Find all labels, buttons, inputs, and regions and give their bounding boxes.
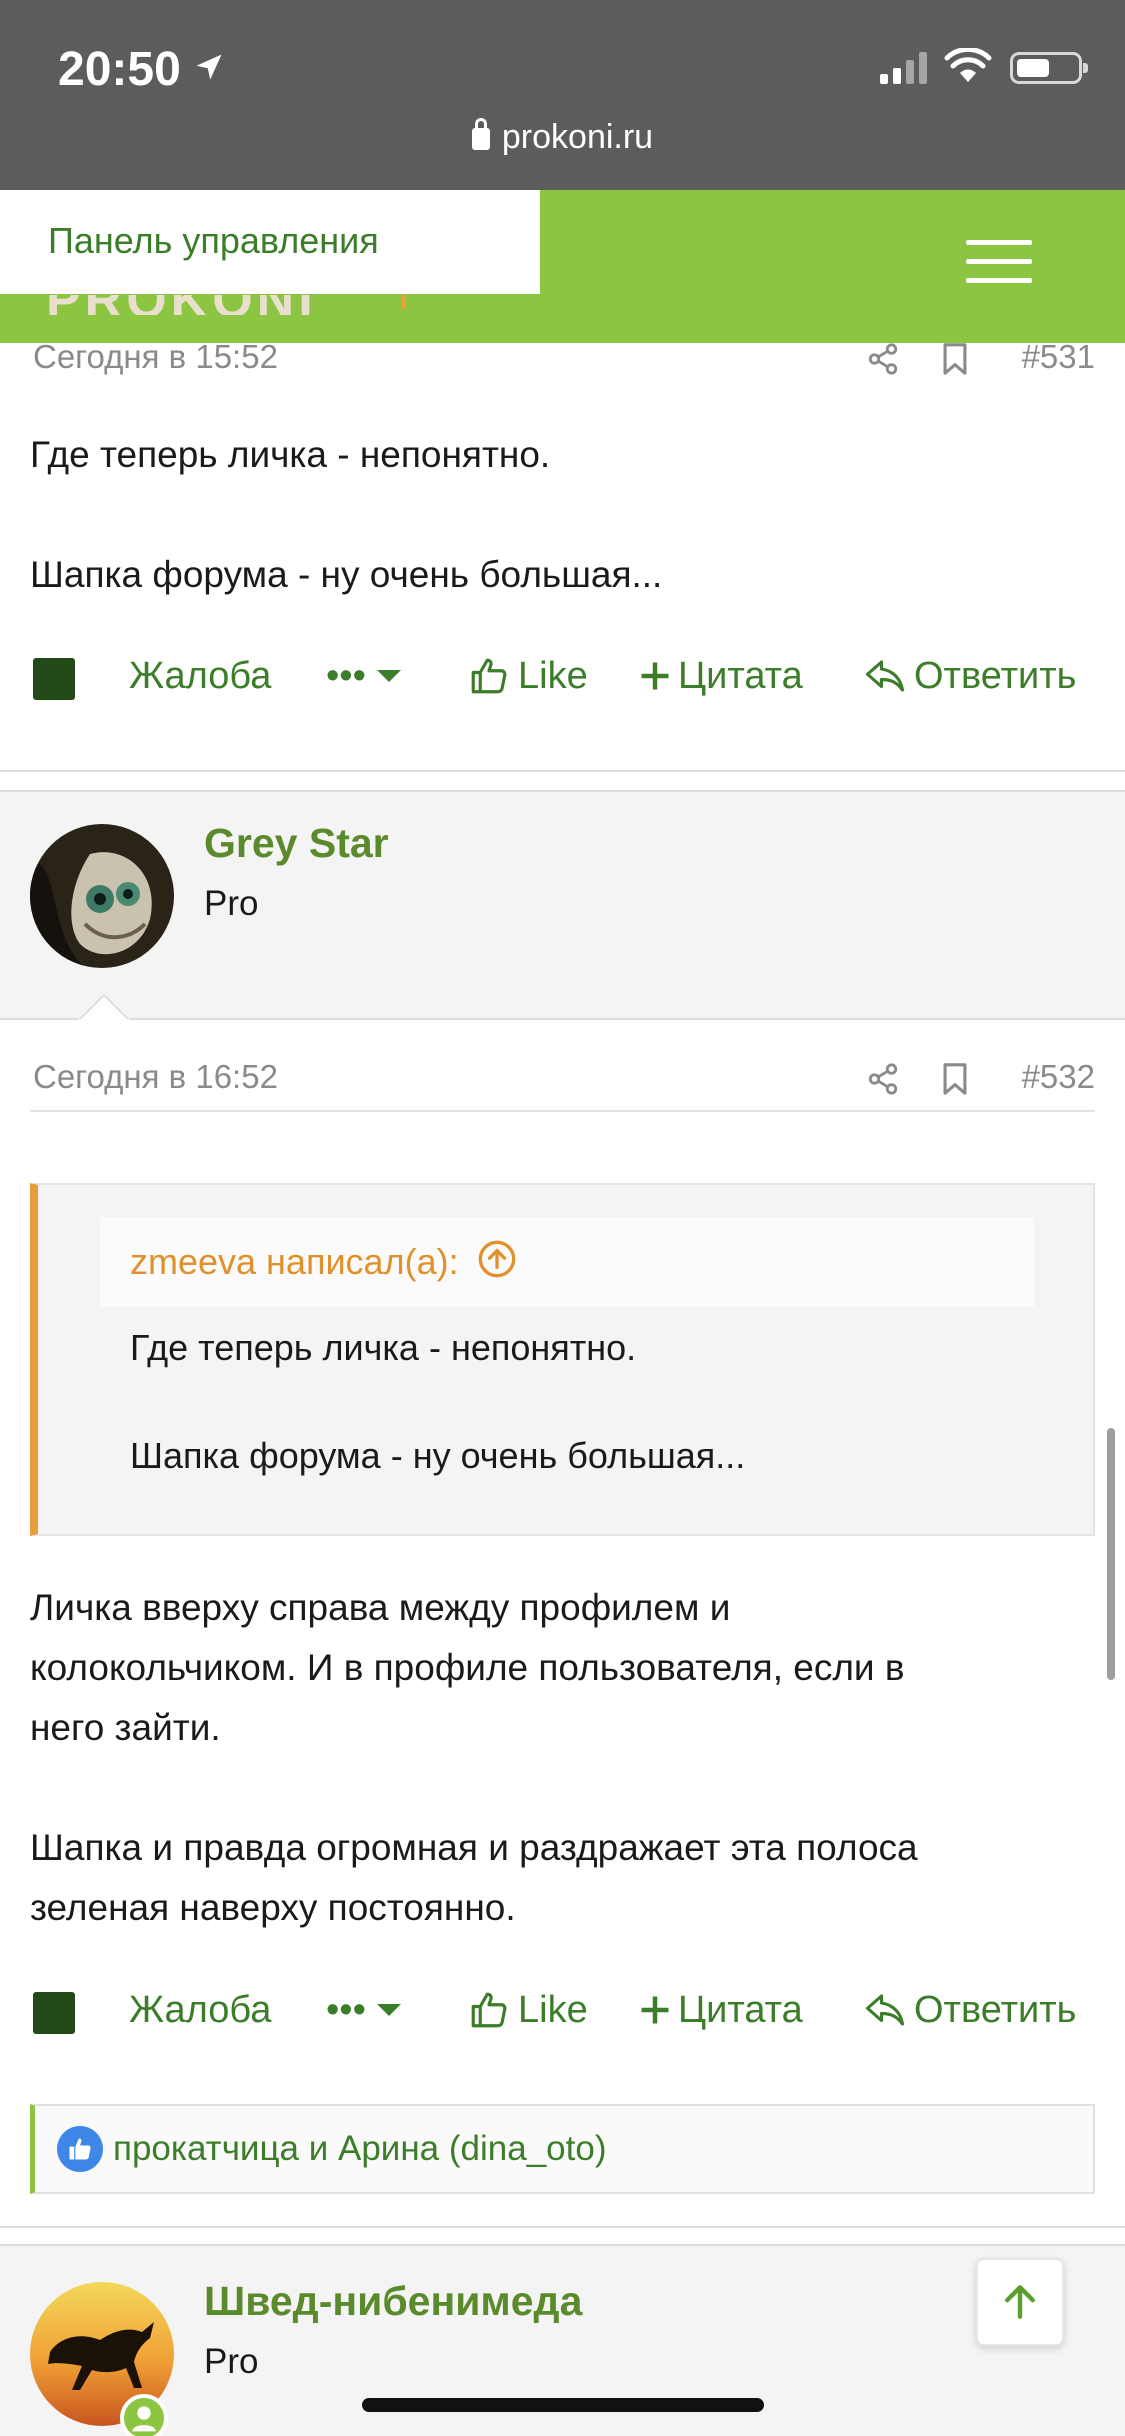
quote-block: zmeeva написал(а): Где теперь личка - не… <box>30 1183 1095 1536</box>
post-number[interactable]: #532 <box>1022 1058 1095 1096</box>
page-scrollbar[interactable] <box>1107 1428 1115 1680</box>
author-name[interactable]: Швед-нибенимеда <box>204 2278 582 2325</box>
reply-icon <box>865 1994 905 2026</box>
author-name[interactable]: Grey Star <box>204 820 389 867</box>
like-reaction-icon <box>57 2126 103 2172</box>
post-meta: Сегодня в 15:52 #531 <box>30 338 1095 388</box>
report-button[interactable]: Жалоба <box>129 646 271 706</box>
like-label: Like <box>518 1988 588 2031</box>
more-label: ••• <box>326 654 366 697</box>
post-actions: Жалоба ••• Like Цитата Ответить <box>30 1980 1100 2040</box>
post-text-line: него зайти. <box>30 1707 221 1748</box>
bookmark-icon[interactable] <box>940 1062 970 1096</box>
cellular-signal-icon <box>880 50 927 84</box>
plus-icon <box>641 662 669 690</box>
post-separator <box>0 2226 1125 2228</box>
status-time: 20:50 <box>58 43 181 96</box>
post-meta: Сегодня в 16:52 #532 <box>30 1058 1095 1108</box>
author-pointer <box>78 995 130 1021</box>
post-separator <box>0 770 1125 772</box>
quote-author: zmeeva написал(а): <box>130 1241 459 1282</box>
post-author-block: Grey Star Pro <box>0 790 1125 1020</box>
address-bar[interactable]: prokoni.ru <box>0 118 1125 157</box>
share-icon[interactable] <box>866 1062 900 1096</box>
select-checkbox[interactable] <box>33 1992 75 2034</box>
author-title: Pro <box>204 2342 259 2381</box>
online-status-icon <box>120 2394 168 2436</box>
reply-button[interactable]: Ответить <box>864 1980 1076 2040</box>
plus-icon <box>641 1996 669 2024</box>
quote-label: Цитата <box>678 654 803 697</box>
site-logo[interactable]: PROKONI <box>46 295 406 315</box>
post-actions: Жалоба ••• Like Цитата Ответить <box>30 646 1100 706</box>
home-indicator[interactable] <box>362 2398 764 2412</box>
menu-icon[interactable] <box>966 240 1032 286</box>
report-button[interactable]: Жалоба <box>129 1980 271 2040</box>
logo-text: PROKONI <box>46 295 317 315</box>
url-text: prokoni.ru <box>501 118 654 156</box>
quote-button[interactable]: Цитата <box>640 646 803 706</box>
avatar-image <box>30 824 174 968</box>
quote-label: Цитата <box>678 1988 803 2031</box>
author-title: Pro <box>204 884 259 923</box>
quote-header[interactable]: zmeeva написал(а): <box>100 1217 1034 1307</box>
battery-icon <box>1010 52 1088 84</box>
bookmark-icon[interactable] <box>940 342 970 376</box>
thumbs-up-icon <box>471 1992 507 2028</box>
quote-text-line: Где теперь личка - непонятно. <box>130 1327 637 1368</box>
post-text-line: зеленая наверху постоянно. <box>30 1887 516 1928</box>
more-label: ••• <box>326 1988 366 2031</box>
scroll-to-top-button[interactable] <box>976 2258 1064 2346</box>
avatar[interactable] <box>30 824 174 968</box>
reply-label: Ответить <box>914 1988 1077 2031</box>
arrow-up-icon <box>1004 2285 1036 2319</box>
share-icon[interactable] <box>866 342 900 376</box>
wifi-icon <box>944 48 992 82</box>
arrow-up-circle-icon[interactable] <box>477 1239 517 1279</box>
quote-text-line: Шапка форума - ну очень большая... <box>130 1435 746 1476</box>
status-bar: 20:50 prokoni.ru <box>0 0 1125 190</box>
post-text-line: Шапка и правда огромная и раздражает эта… <box>30 1827 918 1868</box>
quote-button[interactable]: Цитата <box>640 1980 803 2040</box>
reactions-text[interactable]: прокатчица и Арина (dina_oto) <box>113 2129 606 2169</box>
like-label: Like <box>518 654 588 697</box>
reply-icon <box>865 660 905 692</box>
reactions-bar[interactable]: прокатчица и Арина (dina_oto) <box>30 2104 1095 2194</box>
post-text-line: Где теперь личка - непонятно. <box>30 434 551 475</box>
thumbs-up-icon <box>471 658 507 694</box>
like-button[interactable]: Like <box>468 646 588 706</box>
meta-divider <box>30 1110 1095 1112</box>
control-panel-button[interactable]: Панель управления <box>0 190 540 294</box>
like-button[interactable]: Like <box>468 1980 588 2040</box>
more-actions-button[interactable]: ••• <box>326 1980 402 2040</box>
post-text-line: Шапка форума - ну очень большая... <box>30 554 663 595</box>
caret-down-icon <box>376 670 401 682</box>
reply-button[interactable]: Ответить <box>864 646 1076 706</box>
select-checkbox[interactable] <box>33 658 75 700</box>
post-date[interactable]: Сегодня в 15:52 <box>33 338 278 376</box>
lock-icon <box>471 118 490 150</box>
reply-label: Ответить <box>914 654 1077 697</box>
caret-down-icon <box>376 2004 401 2016</box>
post-text-line: колокольчиком. И в профиле пользователя,… <box>30 1647 905 1688</box>
location-arrow-icon <box>196 54 222 80</box>
post-number[interactable]: #531 <box>1022 338 1095 376</box>
post-text-line: Личка вверху справа между профилем и <box>30 1587 731 1628</box>
post-date[interactable]: Сегодня в 16:52 <box>33 1058 278 1096</box>
more-actions-button[interactable]: ••• <box>326 646 402 706</box>
